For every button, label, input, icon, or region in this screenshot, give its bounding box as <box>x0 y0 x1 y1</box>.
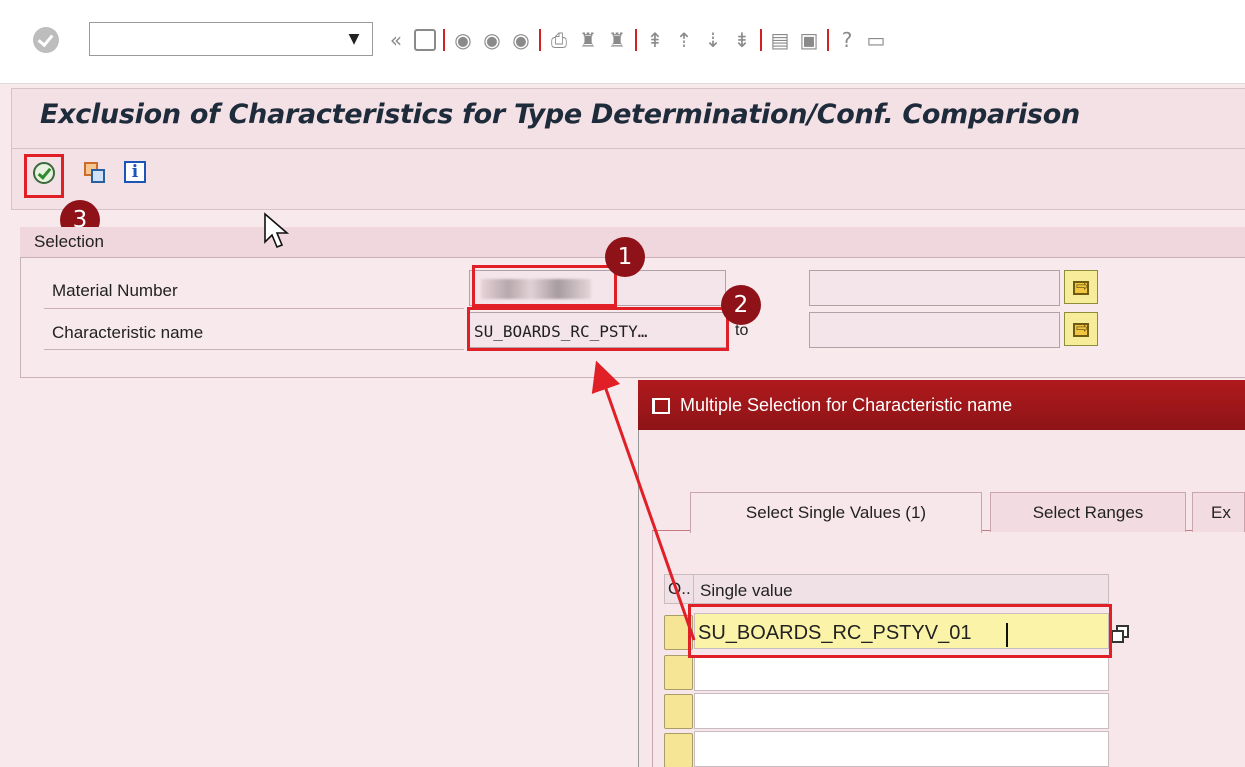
toolbar-separator <box>827 29 829 51</box>
arrow-right-icon <box>1073 319 1089 337</box>
annotation-box-material <box>472 265 617 307</box>
annotation-badge-1: 1 <box>605 237 645 277</box>
back-icon[interactable]: ◉ <box>452 28 474 52</box>
single-value-input[interactable] <box>694 655 1109 691</box>
customize-layout-icon[interactable]: ▭ <box>865 28 887 52</box>
previous-page-icon[interactable]: ⇡ <box>673 28 695 52</box>
first-page-icon[interactable]: ⇞ <box>644 28 666 52</box>
info-icon[interactable]: i <box>123 160 149 186</box>
annotation-badge-2: 2 <box>721 285 761 325</box>
characteristic-name-extra-input[interactable] <box>809 312 1060 348</box>
selection-group-title: Selection <box>34 232 104 251</box>
annotation-box-characteristic <box>467 307 729 351</box>
annotation-box-execute <box>24 154 64 198</box>
mouse-pointer-icon <box>264 212 290 249</box>
row-divider <box>44 308 464 309</box>
tab-excluded-values[interactable]: Ex <box>1192 492 1245 532</box>
tab-single-values[interactable]: Select Single Values (1) <box>690 492 982 533</box>
help-icon[interactable]: ? <box>836 28 858 52</box>
dialog-title: Multiple Selection for Characteristic na… <box>680 395 1013 415</box>
title-divider <box>11 148 1245 149</box>
cancel-icon[interactable]: ◉ <box>510 28 532 52</box>
characteristic-name-label: Characteristic name <box>52 323 204 342</box>
next-page-icon[interactable]: ⇣ <box>702 28 724 52</box>
characteristic-name-multiple-selection-button[interactable] <box>1064 312 1098 346</box>
row-option-button[interactable] <box>664 694 693 729</box>
arrow-right-icon <box>1073 277 1089 295</box>
row-option-button[interactable] <box>664 733 693 767</box>
command-field[interactable] <box>89 22 373 56</box>
find-next-icon[interactable]: ♜ <box>606 28 628 52</box>
last-page-icon[interactable]: ⇟ <box>731 28 753 52</box>
material-number-multiple-selection-button[interactable] <box>1064 270 1098 304</box>
new-session-icon[interactable]: ▤ <box>769 28 791 52</box>
single-value-input[interactable] <box>694 731 1109 767</box>
copy-details-icon[interactable] <box>1110 624 1132 646</box>
grid-header-option[interactable]: O.. <box>664 574 694 604</box>
find-icon[interactable]: ♜ <box>577 28 599 52</box>
material-number-label: Material Number <box>52 281 178 300</box>
ok-icon[interactable] <box>33 27 59 53</box>
copy-icon[interactable] <box>82 160 108 186</box>
dialog-window-icon <box>652 398 670 414</box>
shortcut-icon[interactable]: ▣ <box>798 28 820 52</box>
grid-header-single-value[interactable]: Single value <box>700 581 793 601</box>
row-divider <box>44 349 464 350</box>
print-icon[interactable]: ⎙ <box>548 28 570 52</box>
chevron-down-icon[interactable]: ▼ <box>343 25 365 53</box>
system-toolbar: ▼ « ◉ ◉ ◉ ⎙ ♜ ♜ ⇞ ⇡ ⇣ ⇟ ▤ ▣ ? ▭ <box>0 0 1245 84</box>
annotation-box-single-value <box>688 604 1112 658</box>
exit-icon[interactable]: ◉ <box>481 28 503 52</box>
save-icon[interactable] <box>414 29 436 51</box>
tab-ranges[interactable]: Select Ranges <box>990 492 1186 532</box>
toolbar-separator <box>539 29 541 51</box>
toolbar-separator <box>443 29 445 51</box>
single-value-input[interactable] <box>694 693 1109 729</box>
toolbar-separator <box>760 29 762 51</box>
toolbar-separator <box>635 29 637 51</box>
row-option-button[interactable] <box>664 655 693 690</box>
page-title: Exclusion of Characteristics for Type De… <box>40 99 1080 130</box>
material-number-extra-input[interactable] <box>809 270 1060 306</box>
toolbar-icon-group: « ◉ ◉ ◉ ⎙ ♜ ♜ ⇞ ⇡ ⇣ ⇟ ▤ ▣ ? ▭ <box>385 24 887 56</box>
back-nav-icon[interactable]: « <box>385 28 407 52</box>
